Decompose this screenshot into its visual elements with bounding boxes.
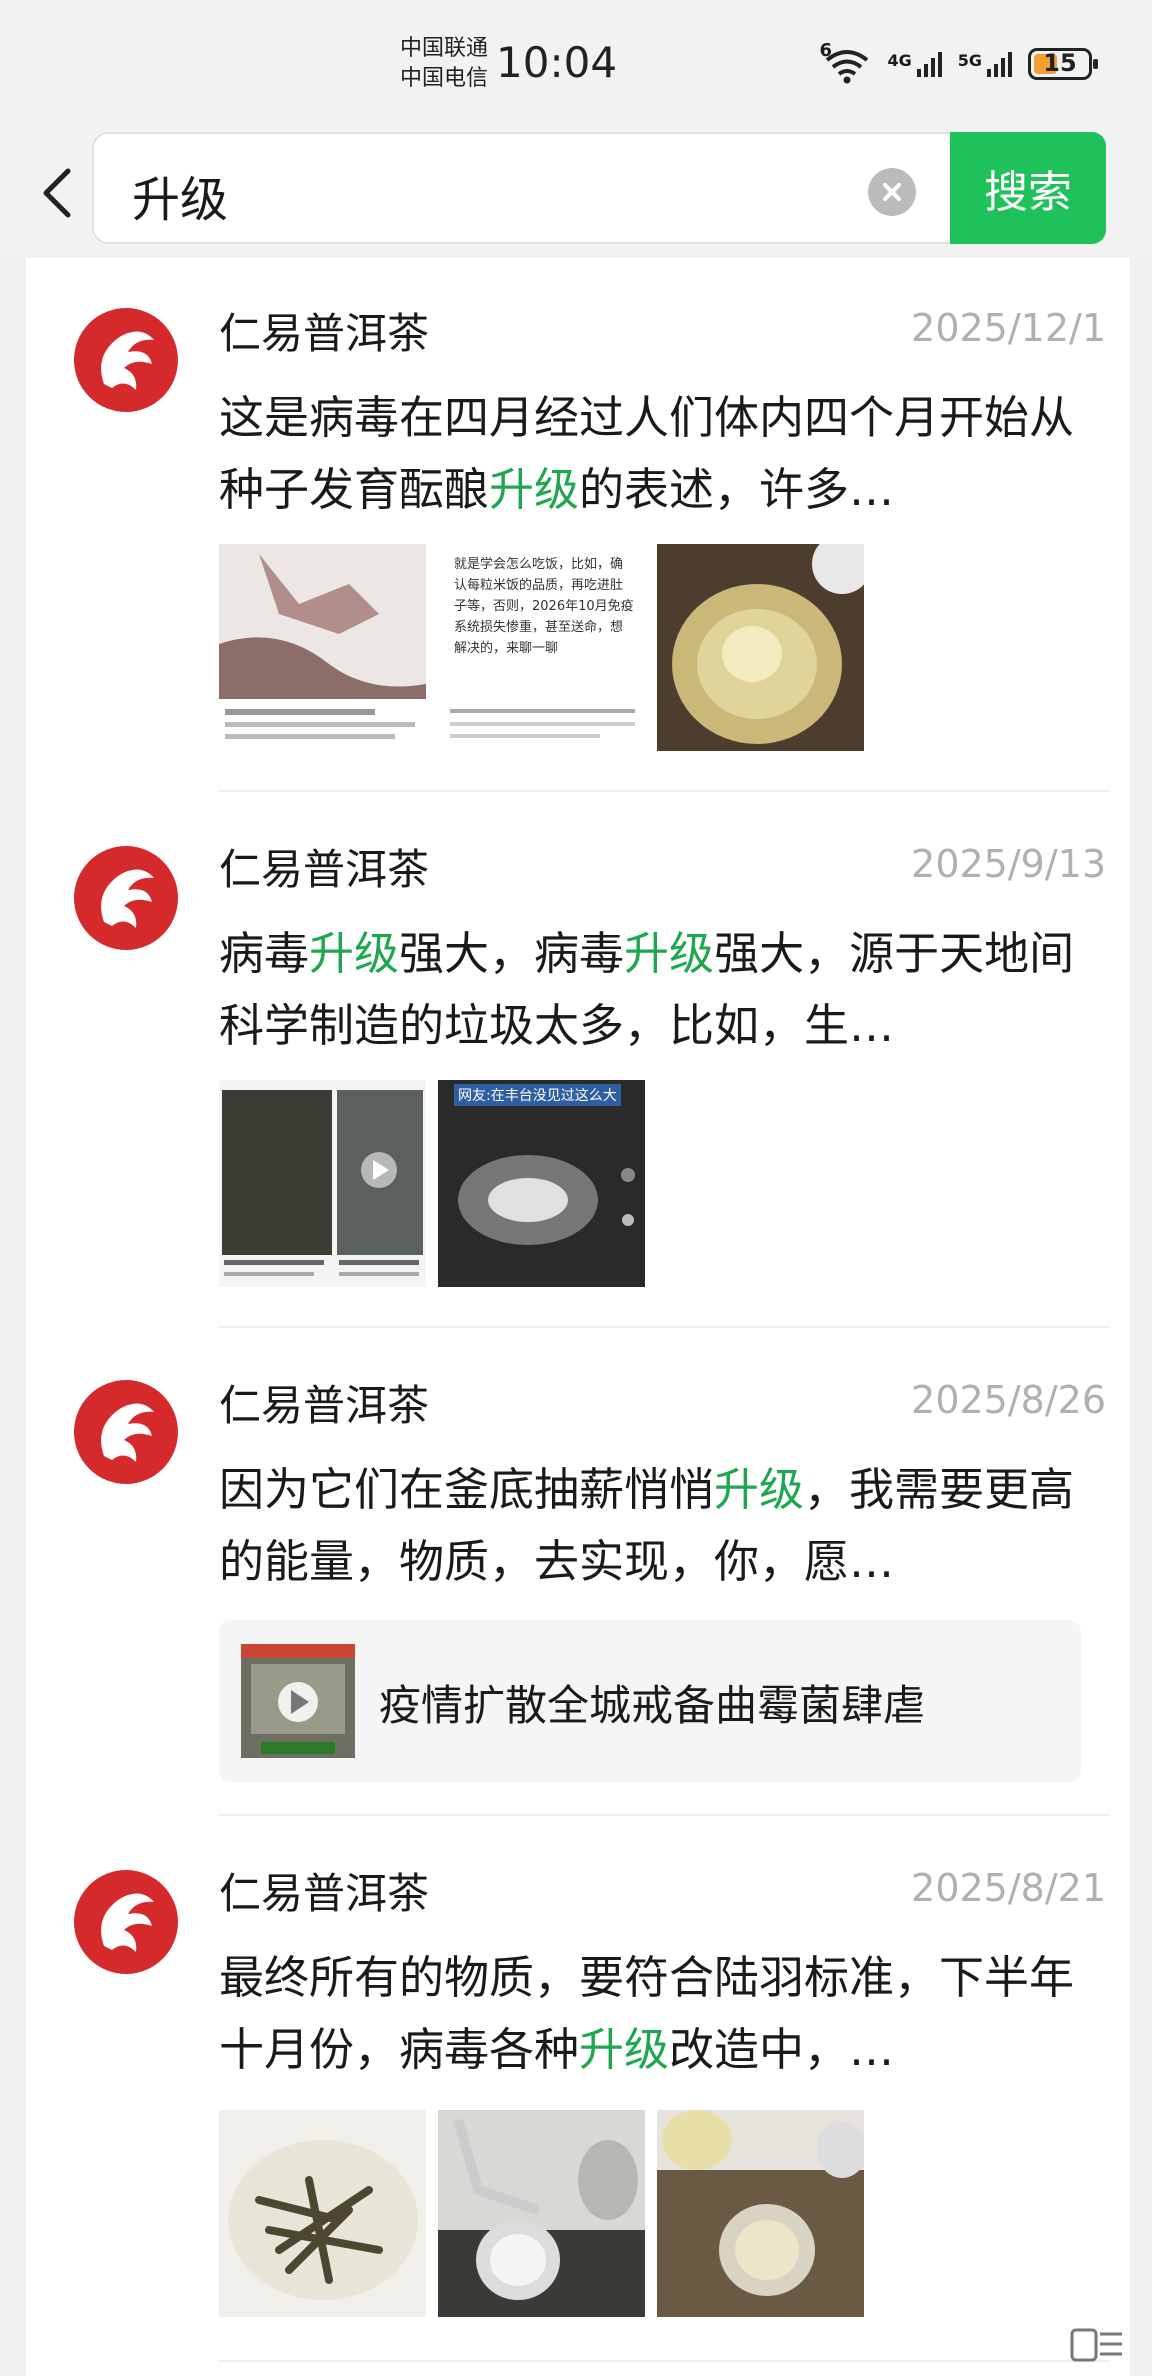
back-button[interactable] <box>30 158 86 228</box>
post-image[interactable] <box>657 544 864 751</box>
video-card[interactable]: 疫情扩散全城戒备曲霉菌肆虐 <box>219 1620 1081 1782</box>
wifi-badge: 6 <box>819 40 832 61</box>
author-name[interactable]: 仁易普洱茶 <box>219 836 429 897</box>
image-text: 就是学会怎么吃饭，比如，确认每粒米饭的品质，再吃进肚子等，否则，2026年10月… <box>454 557 634 656</box>
post-image[interactable] <box>219 2110 426 2317</box>
signal-4g-icon: 4G <box>887 51 942 77</box>
post-image[interactable] <box>657 2110 864 2317</box>
post-image[interactable] <box>438 2110 645 2317</box>
keyword-highlight: 升级 <box>714 1463 805 1516</box>
keyword-highlight: 升级 <box>579 2023 670 2076</box>
status-bar: 中国联通 中国电信 10:04 6 4G 5G 15 <box>0 0 1152 130</box>
divider <box>219 2360 1109 2362</box>
post-excerpt[interactable]: 这是病毒在四月经过人们体内四个月开始从种子发育酝酿升级的表述，许多… <box>219 382 1079 526</box>
post-image[interactable] <box>219 1080 426 1287</box>
author-name[interactable]: 仁易普洱茶 <box>219 1860 429 1921</box>
post-date: 2025/8/26 <box>911 1378 1106 1422</box>
post-date: 2025/9/13 <box>911 842 1106 886</box>
search-results: 仁易普洱茶 2025/12/1 这是病毒在四月经过人们体内四个月开始从种子发育酝… <box>26 258 1130 2376</box>
image-row <box>219 2110 864 2317</box>
post-excerpt[interactable]: 病毒升级强大，病毒升级强大，源于天地间科学制造的垃圾太多，比如，生… <box>219 918 1079 1062</box>
video-title[interactable]: 疫情扩散全城戒备曲霉菌肆虐 <box>379 1672 925 1733</box>
carrier-2: 中国电信 <box>400 66 489 91</box>
divider <box>219 790 1109 792</box>
post-excerpt[interactable]: 最终所有的物质，要符合陆羽标准，下半年十月份，病毒各种升级改造中，… <box>219 1942 1079 2086</box>
post-date: 2025/8/21 <box>911 1866 1106 1910</box>
post-date: 2025/12/1 <box>911 306 1106 350</box>
image-row: 就是学会怎么吃饭，比如，确认每粒米饭的品质，再吃进肚子等，否则，2026年10月… <box>219 544 864 751</box>
battery-level: 15 <box>1043 49 1077 77</box>
chevron-left-icon <box>43 168 71 218</box>
author-name[interactable]: 仁易普洱茶 <box>219 300 429 361</box>
post-image[interactable]: 就是学会怎么吃饭，比如，确认每粒米饭的品质，再吃进肚子等，否则，2026年10月… <box>438 544 645 751</box>
divider <box>219 1326 1109 1328</box>
avatar[interactable] <box>74 846 178 950</box>
keyword-highlight: 升级 <box>624 927 715 980</box>
post-image[interactable]: 网友:在丰台没见过这么大 <box>438 1080 645 1287</box>
post-image[interactable] <box>219 544 426 751</box>
search-input[interactable]: 升级 <box>92 132 950 244</box>
post-excerpt[interactable]: 因为它们在釜底抽薪悄悄升级，我需要更高的能量，物质，去实现，你，愿… <box>219 1454 1079 1598</box>
clear-button[interactable] <box>868 168 916 216</box>
scroll-handle[interactable] <box>1070 2328 1124 2362</box>
keyword-highlight: 升级 <box>489 463 580 516</box>
video-thumbnail <box>241 1644 355 1758</box>
carrier-names: 中国联通 中国电信 <box>400 34 488 94</box>
divider <box>219 1814 1109 1816</box>
search-button[interactable]: 搜索 <box>950 132 1106 244</box>
close-icon <box>883 183 901 201</box>
avatar[interactable] <box>74 1380 178 1484</box>
keyword-highlight: 升级 <box>309 927 400 980</box>
author-name[interactable]: 仁易普洱茶 <box>219 1372 429 1433</box>
battery-icon: 15 <box>1028 48 1098 80</box>
clock: 10:04 <box>496 38 618 87</box>
avatar[interactable] <box>74 308 178 412</box>
avatar[interactable] <box>74 1870 178 1974</box>
system-icons: 6 4G 5G 15 <box>819 40 1098 86</box>
image-row: 网友:在丰台没见过这么大 <box>219 1080 645 1287</box>
search-query[interactable]: 升级 <box>132 160 228 230</box>
signal-5g-icon: 5G <box>958 51 1012 77</box>
carrier-1: 中国联通 <box>400 36 489 61</box>
search-bar: 升级 搜索 <box>0 130 1152 258</box>
wifi-icon: 6 <box>819 40 871 84</box>
